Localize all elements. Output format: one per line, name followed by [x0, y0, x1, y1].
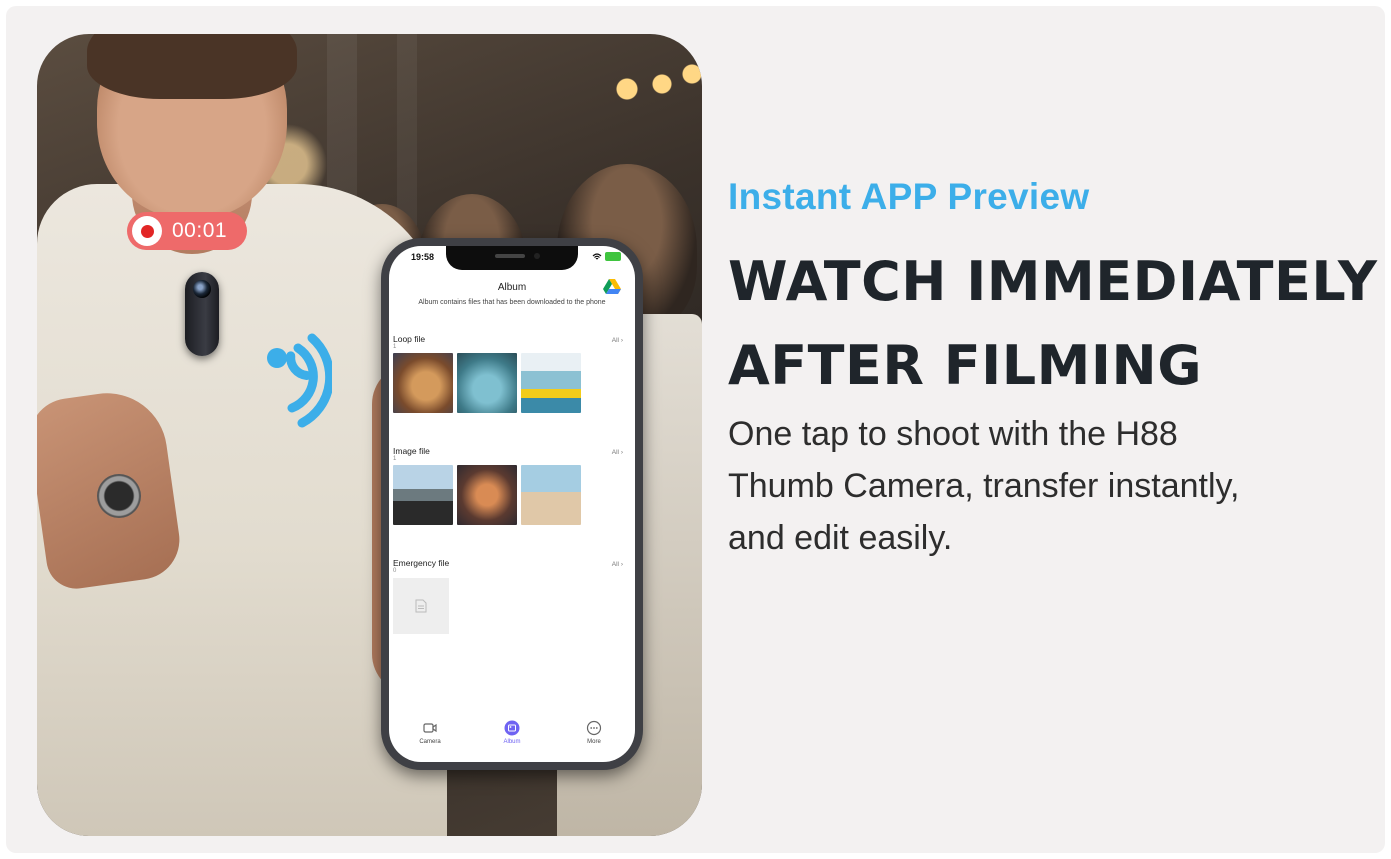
section-count: 0 — [393, 568, 397, 574]
body-line: and edit easily. — [728, 519, 953, 557]
empty-file-placeholder — [393, 578, 449, 634]
thumbnail-row — [393, 353, 631, 413]
section-title: Emergency file — [393, 558, 450, 568]
status-time: 19:58 — [411, 252, 435, 262]
thumbnail-dog[interactable] — [393, 353, 453, 413]
main-headline: WATCH IMMEDIATELY AFTER FILMING — [728, 240, 1385, 408]
body-line: One tap to shoot with the H88 — [728, 415, 1178, 453]
file-icon — [415, 599, 427, 613]
section-count: 1 — [393, 456, 397, 462]
see-all-link[interactable]: All › — [612, 449, 623, 456]
camera-lens — [193, 280, 211, 298]
section-image-file: Image file 1 All › — [393, 446, 631, 525]
thumbnail-motorcycle[interactable] — [393, 465, 453, 525]
google-drive-icon[interactable] — [603, 279, 621, 295]
record-icon — [132, 216, 162, 246]
section-count: 1 — [393, 344, 397, 350]
man-hair — [87, 34, 297, 99]
recording-badge: 00:01 — [127, 212, 247, 250]
body-line: Thumb Camera, transfer instantly, — [728, 467, 1240, 505]
tab-label: More — [587, 739, 601, 745]
wireless-signal-icon — [267, 333, 332, 428]
wristwatch — [97, 474, 141, 518]
thumbnail-friends[interactable] — [457, 465, 517, 525]
tab-camera[interactable]: Camera — [400, 720, 460, 756]
bottom-tab-bar: Camera Album More — [389, 720, 635, 756]
tab-album[interactable]: Album — [482, 720, 542, 756]
section-title: Image file — [393, 446, 430, 456]
thumbnail-water[interactable] — [457, 353, 517, 413]
tab-label: Album — [503, 739, 521, 745]
thumbnail-beach[interactable] — [521, 465, 581, 525]
status-icons — [592, 252, 621, 261]
thumbnail-row — [393, 465, 631, 525]
album-icon — [504, 720, 520, 736]
headline-line: AFTER FILMING — [728, 334, 1203, 397]
see-all-link[interactable]: All › — [612, 337, 623, 344]
promo-card: 00:01 19:58 Album Album contains files t… — [6, 6, 1385, 853]
page-subtitle: Album contains files that has been downl… — [418, 299, 606, 306]
body-copy: One tap to shoot with the H88 Thumb Came… — [728, 408, 1368, 564]
phone-notch — [446, 246, 578, 270]
eyebrow-heading: Instant APP Preview — [728, 176, 1090, 217]
phone-screen: 19:58 Album Album contains files that ha… — [389, 246, 635, 762]
wifi-icon — [592, 252, 602, 259]
headline-line: WATCH IMMEDIATELY — [728, 250, 1378, 313]
more-icon — [586, 720, 602, 736]
tab-label: Camera — [419, 739, 441, 745]
see-all-link[interactable]: All › — [612, 561, 623, 568]
section-emergency-file: Emergency file 0 All › — [393, 558, 631, 634]
tab-more[interactable]: More — [564, 720, 624, 756]
section-title: Loop file — [393, 334, 426, 344]
battery-icon — [605, 252, 621, 261]
page-title: Album — [497, 282, 527, 293]
section-loop-file: Loop file 1 All › — [393, 334, 631, 413]
phone-mockup: 19:58 Album Album contains files that ha… — [381, 238, 643, 770]
recording-time: 00:01 — [172, 219, 228, 242]
thumb-camera-device — [185, 272, 219, 356]
thumbnail-kayak[interactable] — [521, 353, 581, 413]
camera-icon — [423, 723, 437, 733]
